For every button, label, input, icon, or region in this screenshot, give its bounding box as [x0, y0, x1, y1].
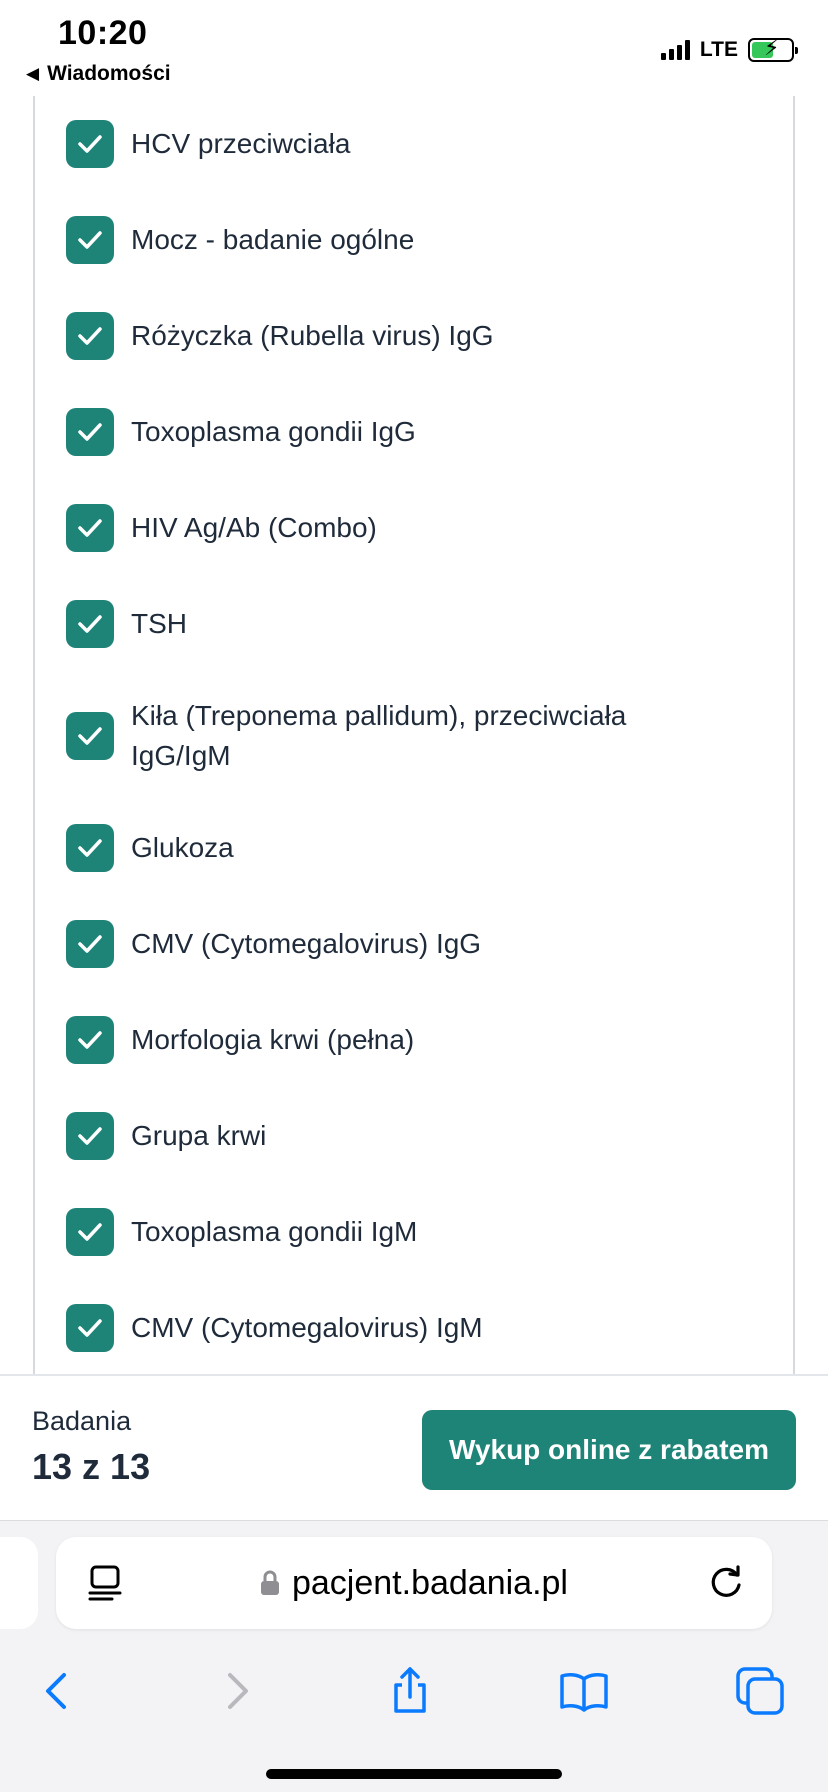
- test-item[interactable]: HIV Ag/Ab (Combo): [35, 480, 793, 576]
- share-icon[interactable]: [382, 1663, 438, 1719]
- test-label: Różyczka (Rubella virus) IgG: [131, 320, 494, 351]
- test-checkbox[interactable]: [66, 408, 114, 456]
- test-label: HIV Ag/Ab (Combo): [131, 512, 377, 543]
- status-indicators: LTE ⚡: [660, 37, 798, 62]
- check-icon: [78, 727, 102, 745]
- test-list: HCV przeciwciała Mocz - badanie ogólne Róż…: [35, 96, 793, 1376]
- test-item[interactable]: CMV (Cytomegalovirus) IgG: [35, 896, 793, 992]
- browser-toolbar: [0, 1639, 828, 1739]
- signal-icon: [660, 40, 690, 60]
- test-label: Mocz - badanie ogólne: [131, 224, 415, 255]
- status-bar: 10:20 ◀ Wiadomości LTE ⚡: [0, 0, 828, 96]
- check-icon: [78, 423, 102, 441]
- check-icon: [78, 1319, 102, 1337]
- page: 10:20 ◀ Wiadomości LTE ⚡ HCV przeciwciał…: [0, 0, 828, 1792]
- book-icon[interactable]: [556, 1663, 612, 1719]
- test-checkbox[interactable]: [66, 824, 114, 872]
- test-checkbox[interactable]: [66, 1208, 114, 1256]
- test-checkbox[interactable]: [66, 1304, 114, 1352]
- check-icon: [78, 231, 102, 249]
- back-to-app-link[interactable]: ◀ Wiadomości: [26, 62, 171, 86]
- previous-tab-peek[interactable]: [0, 1537, 38, 1629]
- url-text: pacjent.badania.pl: [291, 1563, 568, 1602]
- test-checkbox[interactable]: [66, 712, 114, 760]
- test-label: TSH: [131, 608, 187, 639]
- home-indicator: [266, 1769, 562, 1779]
- test-label: Grupa krwi: [131, 1120, 267, 1151]
- tabs-icon[interactable]: [732, 1663, 788, 1719]
- chevron-left-icon[interactable]: [30, 1663, 86, 1719]
- test-checkbox[interactable]: [66, 216, 114, 264]
- status-time: 10:20: [58, 14, 148, 52]
- test-item[interactable]: HCV przeciwciała: [35, 96, 793, 192]
- back-triangle-icon: ◀: [26, 64, 40, 83]
- test-item[interactable]: Toxoplasma gondii IgM: [35, 1184, 793, 1280]
- buy-online-button[interactable]: Wykup online z rabatem: [422, 1410, 796, 1490]
- summary-count: 13 z 13: [32, 1446, 151, 1487]
- check-icon: [78, 327, 102, 345]
- test-item[interactable]: Kiła (Treponema pallidum), przeciwciała …: [35, 672, 793, 800]
- url-display[interactable]: pacjent.badania.pl: [56, 1537, 772, 1629]
- test-label: CMV (Cytomegalovirus) IgG: [131, 928, 482, 959]
- test-label: HCV przeciwciała: [131, 128, 351, 159]
- test-label: Morfologia krwi (pełna): [131, 1024, 415, 1055]
- test-item[interactable]: Mocz - badanie ogólne: [35, 192, 793, 288]
- test-checkbox[interactable]: [66, 600, 114, 648]
- test-checkbox[interactable]: [66, 312, 114, 360]
- test-label: Glukoza: [131, 832, 234, 863]
- test-item[interactable]: Grupa krwi: [35, 1088, 793, 1184]
- back-app-label: Wiadomości: [47, 62, 171, 85]
- test-label: Toxoplasma gondii IgG: [131, 416, 416, 447]
- network-type: LTE: [699, 38, 738, 61]
- tests-card: HCV przeciwciała Mocz - badanie ogólne Róż…: [33, 96, 795, 1376]
- test-checkbox[interactable]: [66, 1112, 114, 1160]
- check-icon: [78, 1127, 102, 1145]
- test-item[interactable]: Różyczka (Rubella virus) IgG: [35, 288, 793, 384]
- test-label: Toxoplasma gondii IgM: [131, 1216, 418, 1247]
- check-icon: [78, 1031, 102, 1049]
- battery-icon: ⚡: [748, 37, 798, 62]
- check-icon: [78, 615, 102, 633]
- test-item[interactable]: Glukoza: [35, 800, 793, 896]
- check-icon: [78, 135, 102, 153]
- test-checkbox[interactable]: [66, 1016, 114, 1064]
- test-item[interactable]: Toxoplasma gondii IgG: [35, 384, 793, 480]
- test-checkbox[interactable]: [66, 504, 114, 552]
- lock-icon: [260, 1570, 279, 1595]
- chevron-right-icon[interactable]: [208, 1663, 264, 1719]
- summary-label: Badania: [32, 1406, 132, 1436]
- check-icon: [78, 519, 102, 537]
- test-item[interactable]: TSH: [35, 576, 793, 672]
- test-checkbox[interactable]: [66, 120, 114, 168]
- test-label: CMV (Cytomegalovirus) IgM: [131, 1312, 483, 1343]
- test-label: Kiła (Treponema pallidum), przeciwciała …: [131, 700, 627, 771]
- address-bar[interactable]: pacjent.badania.pl: [56, 1537, 772, 1629]
- check-icon: [78, 839, 102, 857]
- check-icon: [78, 1223, 102, 1241]
- test-item[interactable]: CMV (Cytomegalovirus) IgM: [35, 1280, 793, 1376]
- check-icon: [78, 935, 102, 953]
- test-checkbox[interactable]: [66, 920, 114, 968]
- summary-bar: Badania 13 z 13 Wykup online z rabatem: [0, 1374, 828, 1520]
- test-item[interactable]: Morfologia krwi (pełna): [35, 992, 793, 1088]
- browser-chrome: pacjent.badania.pl: [0, 1520, 828, 1792]
- reload-icon[interactable]: [706, 1563, 746, 1603]
